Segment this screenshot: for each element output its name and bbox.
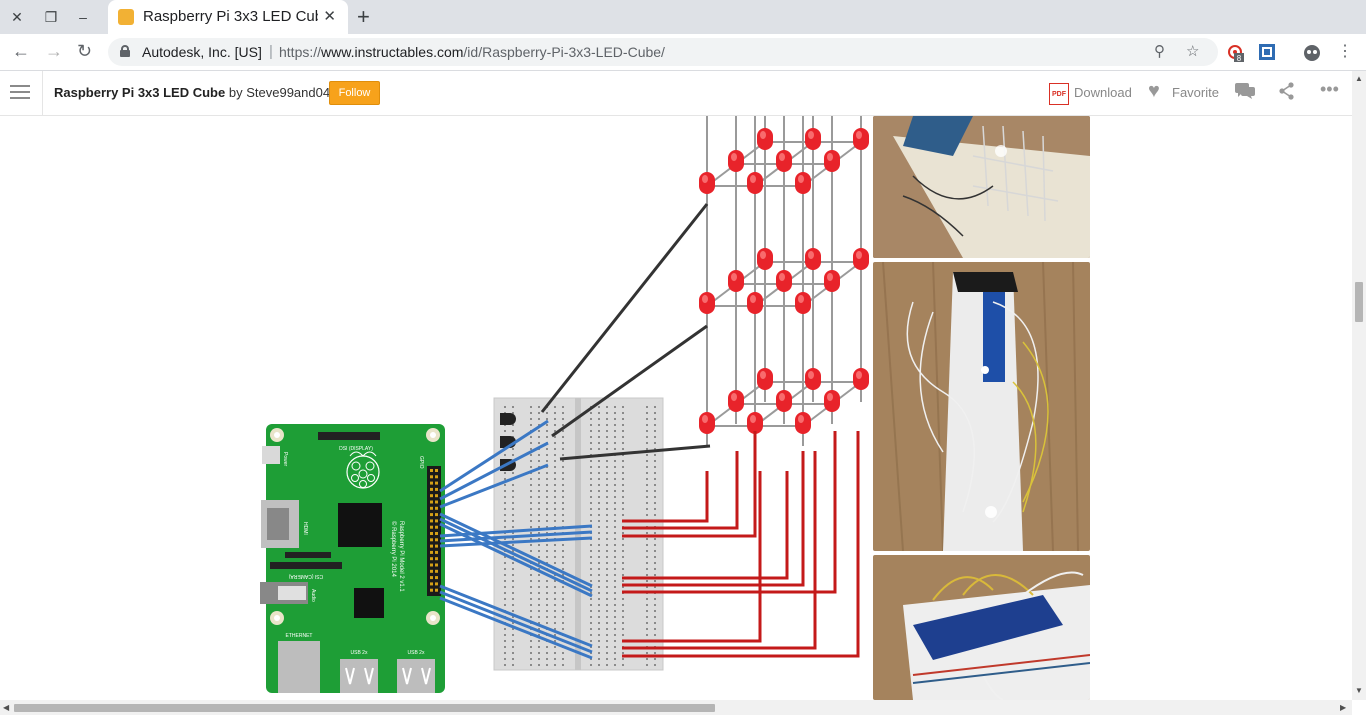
lock-icon[interactable] [120,45,130,57]
back-icon[interactable]: ← [12,41,30,62]
svg-text:Audio: Audio [310,589,316,602]
svg-text:DSI (DISPLAY): DSI (DISPLAY) [339,446,373,452]
share-icon[interactable] [1279,82,1295,105]
svg-text:8: 8 [1237,54,1242,62]
project-title-text[interactable]: Raspberry Pi 3x3 LED Cube [54,85,225,100]
address-bar[interactable]: Autodesk, Inc. [US] | https://www.instru… [108,38,1218,66]
raspberry-pi-board: DSI (DISPLAY) CSI (CAMERA) HDMI Power Au… [260,424,445,693]
comments-icon[interactable] [1235,82,1255,105]
site-organization: Autodesk, Inc. [US] [142,44,262,60]
wiring-diagram-image: DSI (DISPLAY) CSI (CAMERA) HDMI Power Au… [260,116,869,693]
more-icon[interactable]: ••• [1320,79,1339,100]
header-divider [42,71,43,116]
vertical-scrollbar[interactable]: ▲ ▼ [1352,71,1366,700]
extension-target-icon[interactable]: 8 [1227,44,1244,63]
svg-text:© Raspberry Pi 2014: © Raspberry Pi 2014 [390,521,397,577]
tab-title: Raspberry Pi 3x3 LED Cube [143,8,318,25]
vertical-scroll-thumb[interactable] [1355,282,1363,322]
restore-window-icon[interactable]: ❐ [40,6,62,28]
profile-avatar-icon[interactable] [1303,44,1320,61]
svg-text:GPIO: GPIO [418,456,424,469]
svg-text:HDMI: HDMI [302,522,308,535]
svg-text:USB 2x: USB 2x [408,650,425,656]
close-window-icon[interactable]: ✕ [6,6,28,28]
horizontal-scroll-thumb[interactable] [14,704,715,712]
article-content: DSI (DISPLAY) CSI (CAMERA) HDMI Power Au… [0,116,1352,700]
horizontal-scrollbar[interactable]: ◀ ▶ [0,700,1352,715]
by-label: by [228,85,243,100]
scroll-right-icon[interactable]: ▶ [1340,703,1346,712]
photo-tcobbler[interactable] [873,555,1090,700]
browser-tab[interactable]: Raspberry Pi 3x3 LED Cube ✕ [108,0,348,34]
svg-text:ETHERNET: ETHERNET [286,633,313,639]
star-icon[interactable]: ☆ [1186,42,1199,60]
new-tab-button[interactable]: + [357,4,370,30]
project-title: Raspberry Pi 3x3 LED Cube by Steve99and0… [54,85,330,100]
minimize-window-icon[interactable]: – [72,6,94,28]
favorite-button[interactable]: Favorite [1172,85,1219,100]
tab-strip: ✕ ❐ – Raspberry Pi 3x3 LED Cube ✕ + [0,0,1366,34]
photo-breadboard-cube[interactable] [873,116,1090,258]
download-button[interactable]: Download [1074,85,1132,100]
omnibox-separator: | [269,43,273,60]
forward-icon[interactable]: → [45,41,63,62]
browser-toolbar: ← → ↻ Autodesk, Inc. [US] | https://www.… [0,34,1366,71]
zoom-icon[interactable]: ⚲ [1154,42,1165,60]
extension-s-icon[interactable] [1259,44,1275,60]
scroll-down-icon[interactable]: ▼ [1355,686,1363,695]
scroll-left-icon[interactable]: ◀ [3,703,9,712]
menu-icon[interactable] [10,85,30,103]
browser-menu-icon[interactable]: ⋮ [1337,41,1353,61]
heart-icon[interactable]: ♥ [1148,80,1160,103]
instructables-favicon-icon [118,9,134,25]
svg-text:USB 2x: USB 2x [351,650,368,656]
url-text[interactable]: https://www.instructables.com/id/Raspber… [279,44,665,60]
pdf-icon[interactable]: PDF [1049,83,1069,105]
scroll-up-icon[interactable]: ▲ [1355,74,1363,83]
author-link[interactable]: Steve99and04 [246,85,330,100]
site-header: Raspberry Pi 3x3 LED Cube by Steve99and0… [0,71,1352,116]
svg-text:Power: Power [282,452,288,467]
reload-icon[interactable]: ↻ [77,41,92,62]
led-cube [699,116,869,446]
tab-close-icon[interactable]: ✕ [323,7,336,25]
photo-wiring-closeup[interactable] [873,262,1090,551]
svg-text:CSI (CAMERA): CSI (CAMERA) [288,573,323,579]
follow-button[interactable]: Follow [329,81,380,105]
svg-text:Raspberry Pi Model 2 v1.1: Raspberry Pi Model 2 v1.1 [398,521,404,592]
